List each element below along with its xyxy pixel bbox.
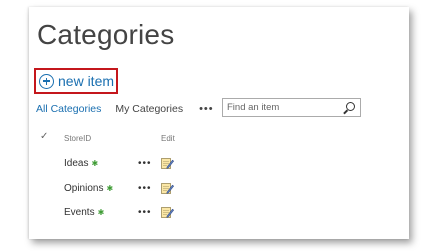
new-item-button[interactable]: new item	[34, 68, 118, 94]
table-row[interactable]: Ideas ✱	[64, 158, 98, 169]
edit-icon[interactable]	[161, 157, 174, 169]
view-my-categories[interactable]: My Categories	[115, 103, 183, 115]
new-badge-icon: ✱	[106, 184, 114, 193]
page-title: Categories	[37, 19, 175, 50]
search-input[interactable]	[223, 102, 338, 113]
row-name[interactable]: Events	[64, 207, 95, 218]
row-menu-button[interactable]: •••	[138, 207, 152, 218]
column-header-edit: Edit	[161, 134, 175, 143]
row-menu-button[interactable]: •••	[138, 183, 152, 194]
search-box	[222, 98, 361, 117]
select-all-check-icon[interactable]: ✓	[40, 131, 48, 142]
edit-icon[interactable]	[161, 182, 174, 194]
table-row[interactable]: Events ✱	[64, 207, 104, 218]
more-views-button[interactable]: •••	[199, 103, 214, 115]
row-name[interactable]: Ideas	[64, 158, 88, 169]
row-menu-button[interactable]: •••	[138, 158, 152, 169]
view-selector: All Categories My Categories •••	[36, 103, 214, 115]
column-header-storeid[interactable]: StoreID	[64, 134, 91, 143]
edit-icon[interactable]	[161, 206, 174, 218]
row-name[interactable]: Opinions	[64, 183, 103, 194]
view-all-categories[interactable]: All Categories	[36, 103, 101, 115]
plus-circle-icon	[39, 73, 54, 89]
new-item-label: new item	[58, 73, 115, 89]
new-badge-icon: ✱	[97, 208, 105, 217]
search-icon[interactable]	[346, 102, 355, 111]
new-badge-icon: ✱	[91, 159, 99, 168]
table-row[interactable]: Opinions ✱	[64, 183, 113, 194]
